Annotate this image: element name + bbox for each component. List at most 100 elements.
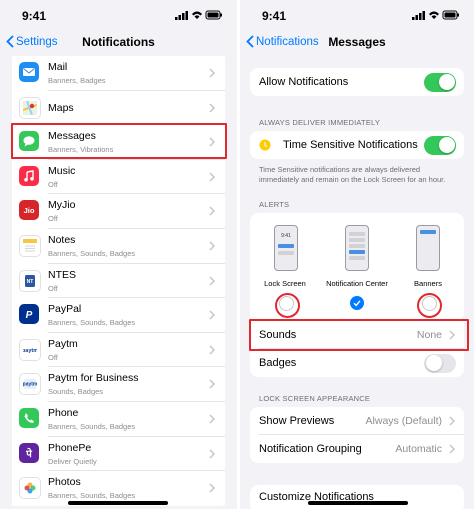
app-notification-summary: Banners, Sounds, Badges <box>48 422 136 431</box>
chevron-right-icon <box>209 449 215 459</box>
status-icons <box>412 10 459 20</box>
app-row-maps[interactable]: Maps <box>12 91 225 126</box>
time-sensitive-toggle[interactable] <box>424 135 456 155</box>
app-row-notes[interactable]: Notes Banners, Sounds, Badges <box>12 229 225 264</box>
paytm-icon: paytm <box>19 338 41 361</box>
chevron-right-icon <box>449 444 455 454</box>
app-name: MyJio <box>48 199 76 212</box>
back-button[interactable]: Notifications <box>246 35 319 48</box>
svg-text:paytm: paytm <box>23 348 37 354</box>
app-row-messages[interactable]: Messages Banners, Vibrations <box>12 125 225 160</box>
app-row-paytm-for-business[interactable]: paytm Paytm for Business Sounds, Badges <box>12 367 225 402</box>
home-indicator <box>308 501 408 505</box>
lock-screen-preview[interactable]: 9:41 <box>274 225 298 271</box>
show-previews-row[interactable]: Show Previews Always (Default) <box>250 407 464 435</box>
chevron-right-icon <box>209 103 215 113</box>
app-name: Messages <box>48 130 96 143</box>
app-row-myjio[interactable]: Jio MyJio Off <box>12 194 225 229</box>
chevron-right-icon <box>449 416 455 426</box>
app-notification-summary: Banners, Vibrations <box>48 145 114 155</box>
badges-row: Badges <box>250 349 464 377</box>
lock-screen-radio[interactable] <box>279 296 294 311</box>
badges-toggle[interactable] <box>424 353 456 373</box>
app-name: Music <box>48 164 76 177</box>
back-button[interactable]: Settings <box>6 35 58 48</box>
allow-notifications-card: Allow Notifications <box>250 68 464 96</box>
app-name: Mail <box>48 61 68 73</box>
app-row-mail[interactable]: Mail Banners, Badges <box>12 56 225 91</box>
badges-label: Badges <box>259 357 297 369</box>
sounds-row[interactable]: Sounds None <box>250 321 464 349</box>
lock-screen-appearance-card: Show Previews Always (Default) Notificat… <box>250 407 464 463</box>
notification-center-label: Notification Center <box>326 279 388 288</box>
allow-notifications-toggle[interactable] <box>424 72 456 92</box>
notes-icon <box>19 235 41 257</box>
nav-bar: Notifications Messages <box>240 30 474 54</box>
app-name: Phone <box>48 407 79 419</box>
toggle-knob <box>425 355 442 371</box>
lock-screen-appearance-header: LOCK SCREEN APPEARANCE <box>259 394 371 403</box>
phone-time: 9:41 <box>281 233 291 239</box>
chevron-right-icon <box>209 345 215 355</box>
checkmark-icon <box>353 300 361 307</box>
sounds-badges-card: Sounds None Badges <box>250 321 464 377</box>
myjio-icon: Jio <box>19 200 39 221</box>
preview-notification <box>349 250 365 254</box>
banners-radio[interactable] <box>422 296 437 311</box>
preview-notification <box>278 244 294 248</box>
ntes-icon: NT <box>19 269 41 292</box>
status-time: 9:41 <box>22 9 47 23</box>
chevron-right-icon <box>209 483 215 493</box>
sounds-label: Sounds <box>259 329 297 341</box>
allow-notifications-row: Allow Notifications <box>250 68 464 96</box>
app-name: PayPal <box>48 303 82 316</box>
banners-preview[interactable] <box>416 225 440 271</box>
app-notification-summary: Banners, Badges <box>48 76 106 85</box>
nav-bar: Settings Notifications <box>0 30 237 54</box>
app-row-paytm[interactable]: paytm Paytm Off <box>12 333 225 368</box>
phonepe-icon: पे <box>19 442 39 463</box>
preview-line <box>349 244 365 248</box>
app-row-phonepe[interactable]: पे PhonePe Deliver Quietly <box>12 437 225 472</box>
app-row-ntes[interactable]: NT NTES Off <box>12 264 225 299</box>
status-bar: 9:41 <box>0 0 237 30</box>
messages-icon <box>19 131 39 152</box>
app-name: NTES <box>48 268 77 281</box>
app-name: Photos <box>48 476 81 489</box>
show-previews-value: Always (Default) <box>365 415 442 427</box>
notification-grouping-row[interactable]: Notification Grouping Automatic <box>250 435 464 463</box>
chevron-right-icon <box>209 379 215 389</box>
app-notification-summary: Banners, Sounds, Badges <box>48 491 136 501</box>
phone-icon <box>19 408 39 428</box>
status-icons <box>175 10 222 20</box>
messages-notification-screen: 9:41 Notifications Messages Allow Notifi… <box>240 0 474 509</box>
home-indicator <box>68 501 168 505</box>
chevron-right-icon <box>209 137 215 147</box>
app-row-paypal[interactable]: P PayPal Banners, Sounds, Badges <box>12 298 225 333</box>
app-notification-summary: Off <box>48 352 58 362</box>
always-deliver-header: ALWAYS DELIVER IMMEDIATELY <box>259 118 381 127</box>
app-notification-summary: Off <box>48 179 58 189</box>
svg-text:NT: NT <box>27 279 34 285</box>
app-notification-summary: Off <box>48 214 58 224</box>
notification-center-preview[interactable] <box>345 225 369 271</box>
app-row-music[interactable]: Music Off <box>12 160 225 195</box>
svg-text:पे: पे <box>25 447 33 460</box>
preview-line <box>278 251 294 255</box>
time-sensitive-note: Time Sensitive notifications are always … <box>259 165 446 184</box>
customize-notifications-row[interactable]: Customize Notifications <box>250 485 464 509</box>
notification-center-radio[interactable] <box>350 296 364 310</box>
notifications-settings-screen: 9:41 Settings Notifications Mail Banners,… <box>0 0 237 509</box>
preview-line <box>349 232 365 236</box>
chevron-right-icon <box>209 206 215 216</box>
chevron-right-icon <box>449 330 455 340</box>
app-row-phone[interactable]: Phone Banners, Sounds, Badges <box>12 402 225 437</box>
time-sensitive-row: Time Sensitive Notifications <box>250 131 464 159</box>
app-name: Maps <box>48 101 74 114</box>
svg-text:Jio: Jio <box>24 206 35 215</box>
app-notification-summary: Banners, Sounds, Badges <box>48 318 136 328</box>
notification-grouping-label: Notification Grouping <box>259 443 362 455</box>
chevron-right-icon <box>209 414 215 424</box>
sounds-value: None <box>416 329 442 341</box>
preview-notification <box>420 230 436 234</box>
